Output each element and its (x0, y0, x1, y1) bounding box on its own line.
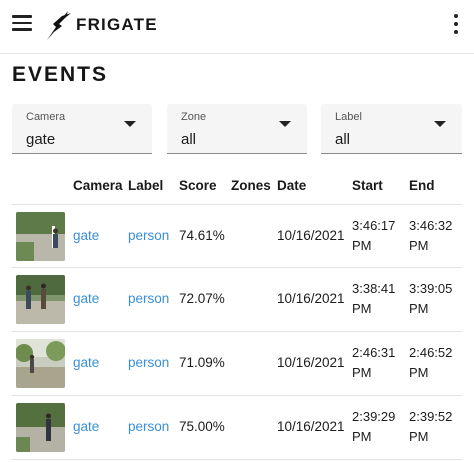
column-header-score: Score (179, 178, 217, 193)
event-camera-link[interactable]: gate (73, 419, 99, 434)
event-date: 10/16/2021 (277, 291, 345, 306)
event-label-link[interactable]: person (128, 355, 169, 370)
app-bar: FRIGATE (0, 0, 474, 54)
start-time-value: 3:46:17 (352, 218, 396, 233)
event-start-time: 2:46:31 PM (352, 343, 395, 383)
hamburger-menu-icon[interactable] (12, 14, 34, 32)
event-camera-link[interactable]: gate (73, 228, 99, 243)
dropdown-arrow-icon (279, 121, 291, 127)
end-time-value: 2:46:52 (409, 345, 453, 360)
event-camera-link[interactable]: gate (73, 291, 99, 306)
table-row: gate person 71.09% 10/16/2021 2:46:31 PM… (12, 332, 462, 396)
event-camera-link[interactable]: gate (73, 355, 99, 370)
event-label-link[interactable]: person (128, 228, 169, 243)
column-header-start: Start (352, 178, 383, 193)
label-select[interactable]: Label all (321, 104, 462, 154)
event-end-time: 2:39:52 PM (409, 407, 452, 447)
zone-select-label: Zone (181, 111, 207, 123)
event-score: 72.07% (179, 291, 225, 306)
frigate-bird-logo-icon (47, 11, 71, 40)
column-header-camera: Camera (73, 178, 123, 193)
event-thumbnail[interactable] (16, 275, 65, 324)
dropdown-arrow-icon (434, 121, 446, 127)
column-header-date: Date (277, 178, 307, 193)
zone-select-value: all (181, 131, 197, 148)
column-header-label: Label (128, 178, 164, 193)
event-start-time: 3:38:41 PM (352, 279, 395, 319)
end-time-value: 3:46:32 (409, 218, 453, 233)
camera-select-value: gate (26, 131, 56, 148)
column-header-end: End (409, 178, 435, 193)
end-time-ampm: PM (409, 238, 429, 253)
event-start-time: 3:46:17 PM (352, 216, 395, 256)
camera-select-label: Camera (26, 111, 66, 123)
zone-select[interactable]: Zone all (167, 104, 307, 154)
end-time-ampm: PM (409, 301, 429, 316)
event-date: 10/16/2021 (277, 355, 345, 370)
camera-select[interactable]: Camera gate (12, 104, 152, 154)
page-title: EVENTS (12, 63, 109, 86)
event-end-time: 2:46:52 PM (409, 343, 452, 383)
end-time-value: 3:39:05 (409, 281, 453, 296)
start-time-ampm: PM (352, 238, 372, 253)
label-select-value: all (335, 131, 351, 148)
event-score: 74.61% (179, 228, 225, 243)
event-score: 75.00% (179, 419, 225, 434)
end-time-ampm: PM (409, 365, 429, 380)
end-time-value: 2:39:52 (409, 409, 453, 424)
event-end-time: 3:39:05 PM (409, 279, 452, 319)
event-label-link[interactable]: person (128, 419, 169, 434)
event-end-time: 3:46:32 PM (409, 216, 452, 256)
table-row: gate person 75.00% 10/16/2021 2:39:29 PM… (12, 396, 462, 460)
end-time-ampm: PM (409, 429, 429, 444)
event-date: 10/16/2021 (277, 419, 345, 434)
label-select-label: Label (335, 111, 362, 123)
event-thumbnail[interactable] (16, 212, 65, 261)
start-time-value: 3:38:41 (352, 281, 396, 296)
event-thumbnail[interactable] (16, 339, 65, 388)
table-row: gate person 74.61% 10/16/2021 3:46:17 PM… (12, 204, 462, 268)
event-date: 10/16/2021 (277, 228, 345, 243)
dropdown-arrow-icon (124, 121, 136, 127)
event-start-time: 2:39:29 PM (352, 407, 395, 447)
start-time-ampm: PM (352, 301, 372, 316)
event-label-link[interactable]: person (128, 291, 169, 306)
table-row: gate person 72.07% 10/16/2021 3:38:41 PM… (12, 268, 462, 332)
start-time-value: 2:39:29 (352, 409, 396, 424)
app-title[interactable]: FRIGATE (76, 15, 158, 35)
event-thumbnail[interactable] (16, 403, 65, 452)
column-header-zones: Zones (231, 178, 271, 193)
start-time-ampm: PM (352, 365, 372, 380)
start-time-ampm: PM (352, 429, 372, 444)
more-vertical-icon[interactable] (452, 14, 460, 34)
start-time-value: 2:46:31 (352, 345, 396, 360)
event-score: 71.09% (179, 355, 225, 370)
